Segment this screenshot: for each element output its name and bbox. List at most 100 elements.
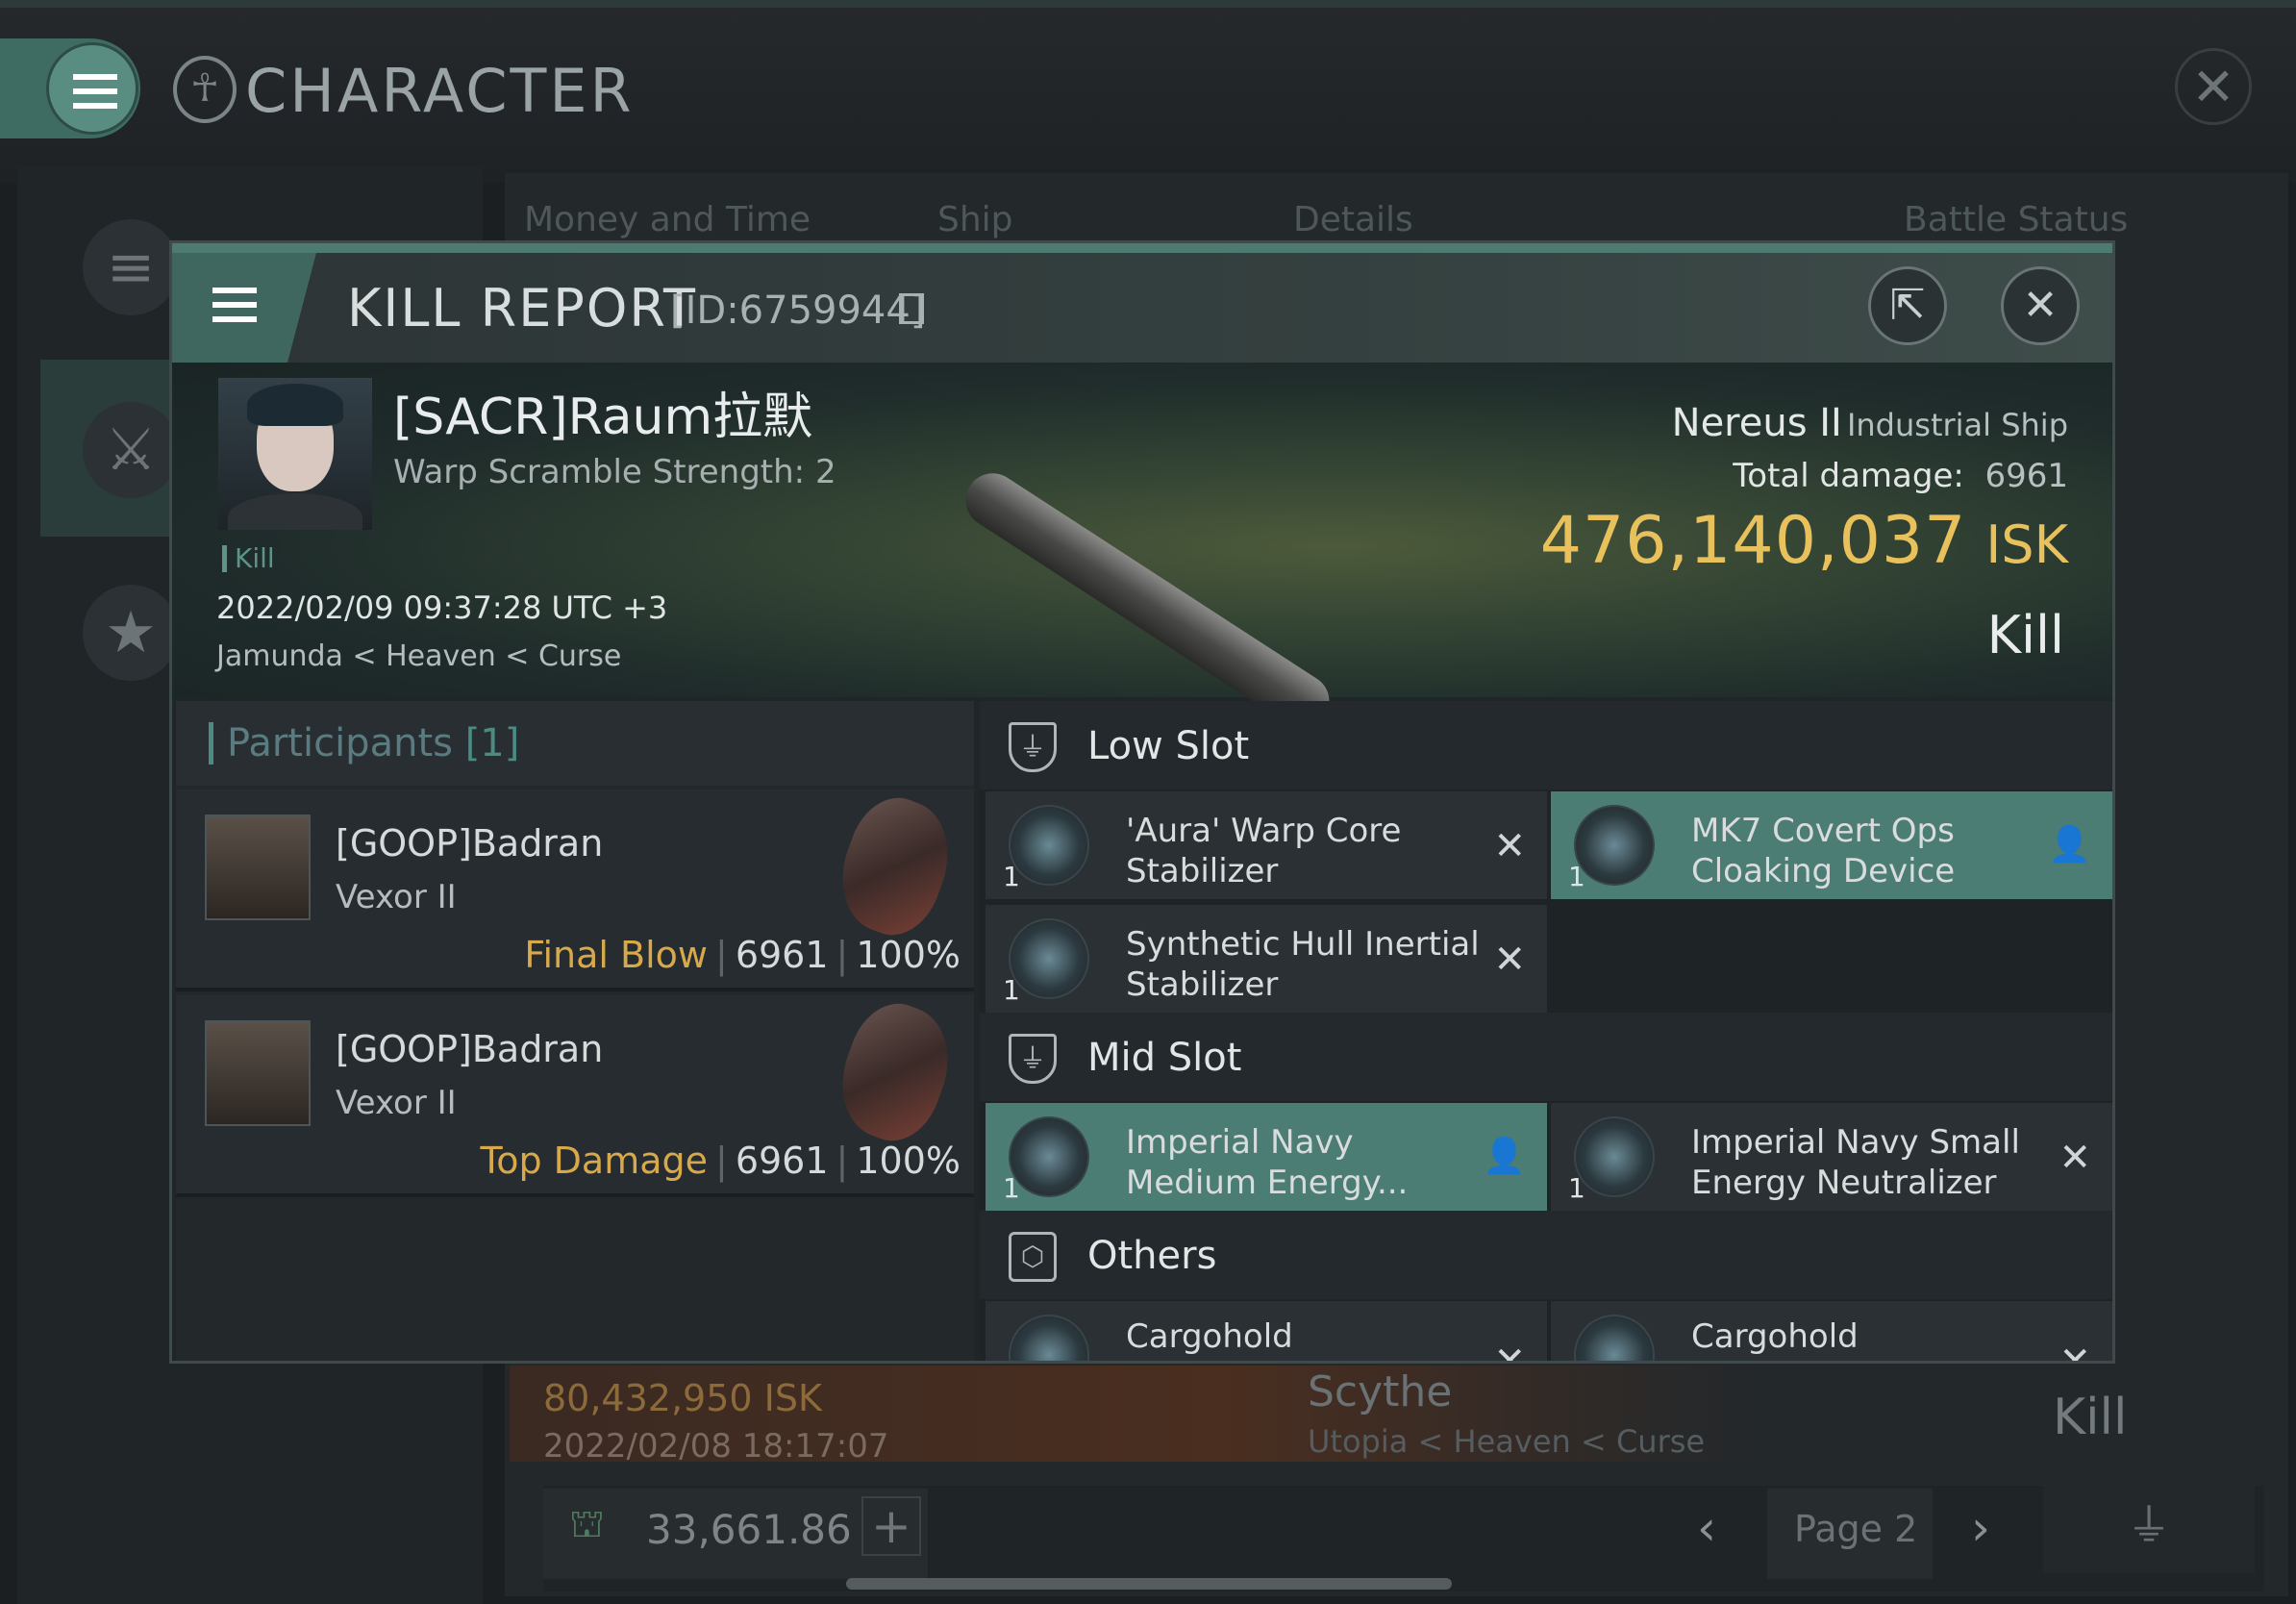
victim-ship-class: Industrial Ship — [1846, 407, 2068, 443]
row-isk: 80,432,950 ISK — [543, 1377, 822, 1419]
participant-ship: Vexor II — [336, 878, 457, 916]
cube-icon: ⬡ — [1009, 1232, 1057, 1282]
mid-slot-title: Mid Slot — [1087, 1036, 1242, 1080]
energy-neutralizer-icon — [1574, 1116, 1655, 1197]
destroyed-icon: ✕ — [1493, 938, 1526, 982]
hair-shape — [247, 384, 343, 426]
participants-count: [1] — [464, 721, 520, 765]
participant-ship-image[interactable] — [825, 786, 965, 947]
warp-scramble-strength: Warp Scramble Strength: 2 — [393, 453, 836, 491]
filter-icon[interactable]: ⏚ — [2043, 1477, 2255, 1573]
next-page-icon[interactable]: › — [1971, 1500, 1990, 1556]
warp-core-stabilizer-icon — [1009, 805, 1089, 886]
module-item[interactable]: 1 MK7 Covert Ops Cloaking Device 👤 — [1551, 791, 2112, 899]
scroll-indicator[interactable] — [846, 1578, 1452, 1590]
item-name: Cargohold — [1691, 1317, 1859, 1356]
low-slot-icon: ⏚ — [1009, 722, 1057, 772]
hamburger-icon — [212, 288, 257, 293]
participant-row[interactable]: [GOOP]Badran Vexor II Top Damage | 6961 | 10… — [176, 991, 974, 1197]
cargohold-icon — [1574, 1315, 1655, 1361]
participant-ship-image[interactable] — [825, 991, 965, 1153]
participant-name[interactable]: [GOOP]Badran — [336, 822, 603, 865]
low-slot-header: ⏚ Low Slot — [980, 701, 2112, 789]
modal-accent-line — [172, 243, 2112, 253]
kill-result: Kill — [1986, 605, 2064, 665]
victim-ship-image[interactable] — [955, 463, 1340, 739]
total-damage-value: 6961 — [1984, 457, 2068, 495]
tab-money-and-time[interactable]: Money and Time — [524, 200, 811, 239]
tab-battle-status[interactable]: Battle Status — [1904, 200, 2128, 239]
participant-damage: 6961 — [735, 1140, 829, 1182]
item-name: 'Aura' Warp Core Stabilizer — [1126, 812, 1402, 890]
row-ship: Scythe — [1308, 1367, 1453, 1416]
module-item[interactable]: 1 Synthetic Hull Inertial Stabilizer ✕ — [986, 905, 1547, 1013]
kill-tag: Kill — [222, 545, 275, 572]
participant-row[interactable]: [GOOP]Badran Vexor II Final Blow | 6961 | 10… — [176, 786, 974, 991]
isk-line: 476,140,037 ISK — [1540, 503, 2068, 579]
others-header: ⬡ Others — [980, 1211, 2112, 1299]
participant-portrait[interactable] — [205, 1020, 311, 1126]
external-link-icon: ⇱ — [1889, 281, 1926, 330]
prev-page-icon[interactable]: ‹ — [1697, 1500, 1716, 1556]
main-menu-button[interactable] — [0, 38, 140, 138]
module-item[interactable]: 1 Imperial Navy Small Energy Neutralizer… — [1551, 1103, 2112, 1211]
person-icon: 👤 — [1483, 1137, 1526, 1176]
wallet-icon: ⛫ — [569, 1502, 605, 1546]
isk-unit: ISK — [1985, 514, 2068, 575]
participant-stats: Final Blow | 6961 | 100% — [524, 934, 961, 976]
item-quantity: 1 — [1003, 861, 1020, 892]
star-icon: ★ — [83, 585, 179, 681]
others-title: Others — [1087, 1234, 1217, 1278]
participant-ship: Vexor II — [336, 1084, 457, 1122]
add-button[interactable]: + — [861, 1496, 921, 1556]
inertial-stabilizer-icon — [1009, 918, 1089, 999]
row-date: 2022/02/08 18:17:07 — [543, 1427, 889, 1466]
copy-icon[interactable] — [899, 293, 924, 324]
mid-slot-header: ⏚ Mid Slot — [980, 1013, 2112, 1101]
participants-panel: Participants [1] [GOOP]Badran Vexor II F… — [176, 701, 974, 1361]
ship-line: Nereus II Industrial Ship — [1672, 401, 2068, 445]
participants-header: Participants [1] — [176, 701, 974, 786]
person-icon: 👤 — [2048, 825, 2091, 865]
app-title: CHARACTER — [245, 56, 635, 126]
item-quantity: 1 — [1568, 861, 1585, 892]
item-quantity: 1 — [1003, 974, 1020, 1006]
energy-neutralizer-icon — [1009, 1116, 1089, 1197]
module-item[interactable]: 1 'Aura' Warp Core Stabilizer ✕ — [986, 791, 1547, 899]
participant-portrait[interactable] — [205, 815, 311, 920]
total-damage: Total damage: 6961 — [1733, 457, 2068, 495]
module-item[interactable]: 1 Imperial Navy Medium Energy... 👤 — [986, 1103, 1547, 1211]
kill-id: [ID:6759944] — [670, 288, 926, 333]
fitting-panel: ⏚ Low Slot 1 'Aura' Warp Core Stabilizer… — [980, 701, 2112, 1361]
victim-ship-name[interactable]: Nereus II — [1672, 401, 1842, 445]
participant-stats: Top Damage | 6961 | 100% — [480, 1140, 961, 1182]
kill-datetime: 2022/02/09 09:37:28 UTC +3 — [216, 589, 668, 626]
page-indicator: Page 2 — [1794, 1508, 1918, 1550]
list-icon: ≡ — [83, 219, 179, 315]
low-slot-title: Low Slot — [1087, 724, 1250, 768]
victim-name[interactable]: [SACR]Raum拉默 — [393, 376, 812, 448]
cargo-item[interactable]: Cargohold ✕ — [986, 1301, 1547, 1361]
item-name: Imperial Navy Small Energy Neutralizer — [1691, 1123, 2020, 1202]
modal-title: KILL REPORT — [347, 278, 697, 338]
participant-percent: 100% — [856, 1140, 961, 1182]
cargo-item[interactable]: Cargohold ✕ — [1551, 1301, 2112, 1361]
share-button[interactable]: ⇱ — [1868, 266, 1947, 345]
participant-damage: 6961 — [735, 934, 829, 976]
tab-ship[interactable]: Ship — [937, 200, 1013, 239]
row-location: Utopia < Heaven < Curse — [1308, 1423, 1706, 1460]
item-name: Imperial Navy Medium Energy... — [1126, 1123, 1409, 1202]
item-quantity: 1 — [1568, 1172, 1585, 1204]
total-damage-label: Total damage: — [1733, 457, 1964, 495]
close-button[interactable]: ✕ — [2001, 266, 2080, 345]
cargohold-icon — [1009, 1315, 1089, 1361]
tab-details[interactable]: Details — [1293, 200, 1413, 239]
kill-location[interactable]: Jamunda < Heaven < Curse — [216, 639, 621, 673]
participants-label: Participants — [227, 721, 453, 765]
victim-portrait[interactable] — [218, 378, 372, 530]
item-name: MK7 Covert Ops Cloaking Device — [1691, 812, 1956, 890]
app-close-button[interactable]: ✕ — [2175, 48, 2252, 125]
destroyed-icon: ✕ — [2059, 1340, 2091, 1361]
participant-name[interactable]: [GOOP]Badran — [336, 1028, 603, 1070]
destroyed-icon: ✕ — [1493, 824, 1526, 868]
